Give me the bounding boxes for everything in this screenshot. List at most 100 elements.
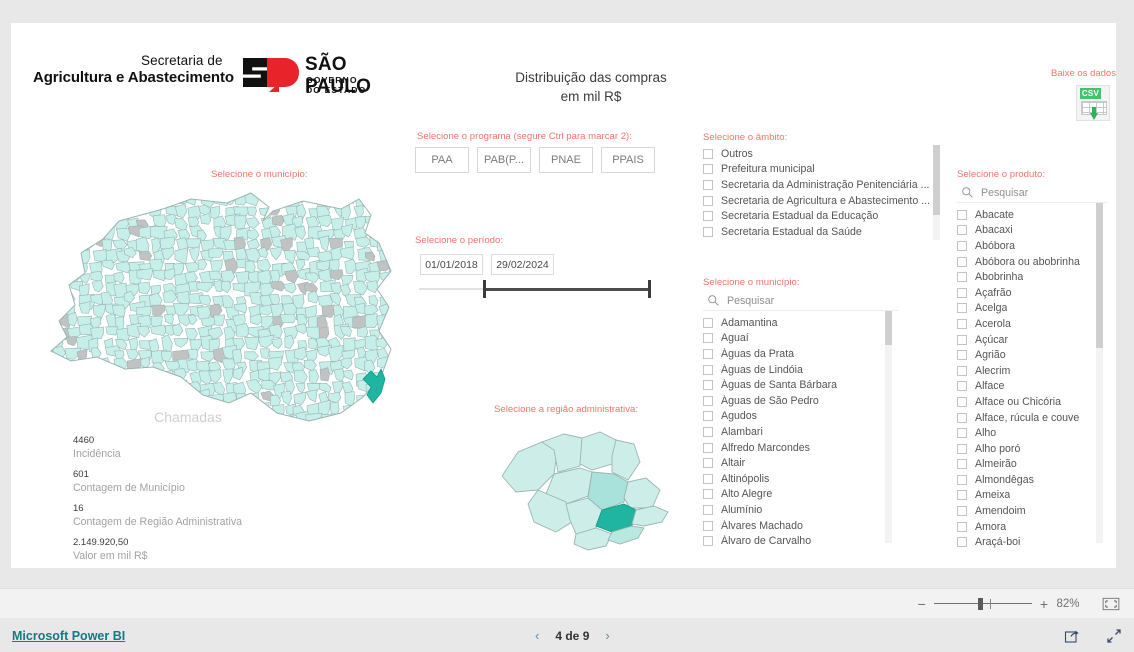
share-icon[interactable] — [1064, 628, 1080, 644]
map-municipality-cell[interactable] — [244, 336, 259, 351]
produto-checkbox[interactable] — [957, 365, 967, 376]
map-municipality-cell[interactable] — [245, 379, 263, 395]
ambito-checkbox[interactable] — [703, 179, 713, 190]
map-municipality-cell[interactable] — [197, 258, 208, 270]
map-municipality-cell[interactable] — [356, 403, 370, 419]
map-municipality-cell[interactable] — [91, 218, 103, 229]
map-municipality-cell[interactable] — [391, 251, 401, 261]
produto-item[interactable]: Abacate — [957, 207, 1107, 223]
produto-checkbox[interactable] — [957, 318, 967, 329]
map-municipality-cell[interactable] — [209, 270, 223, 280]
produto-item[interactable]: Alho poró — [957, 441, 1107, 457]
produto-checkbox[interactable] — [957, 303, 967, 314]
map-municipality-cell[interactable] — [56, 401, 72, 416]
municipio-checkbox[interactable] — [703, 442, 713, 453]
map-municipality-cell[interactable] — [65, 228, 77, 246]
map-municipality-cell[interactable] — [331, 414, 344, 430]
produto-checkbox[interactable] — [957, 506, 967, 517]
map-municipality-cell[interactable] — [138, 250, 153, 261]
produto-scrollbar-thumb[interactable] — [1096, 203, 1103, 348]
produto-item[interactable]: Açafrão — [957, 285, 1107, 301]
map-municipality-cell[interactable] — [377, 182, 393, 198]
produto-checkbox[interactable] — [957, 334, 967, 345]
map-municipality-cell[interactable] — [54, 427, 64, 431]
map-municipality-cell[interactable] — [387, 193, 400, 206]
map-municipality-cell[interactable] — [135, 236, 150, 254]
map-municipality-cell[interactable] — [295, 382, 306, 394]
map-municipality-cell[interactable] — [293, 369, 308, 384]
map-municipality-cell[interactable] — [77, 204, 94, 217]
map-municipality-cell[interactable] — [135, 369, 146, 385]
microsoft-power-bi-link[interactable]: Microsoft Power BI — [12, 629, 125, 643]
map-municipality-cell[interactable] — [100, 393, 113, 406]
map-municipality-cell[interactable] — [319, 235, 329, 252]
ambito-scrollbar[interactable] — [933, 145, 940, 240]
ambito-scrollbar-thumb[interactable] — [933, 145, 940, 215]
map-municipality-cell[interactable] — [129, 194, 143, 207]
map-municipality-cell[interactable] — [161, 334, 173, 351]
map-municipality-cell[interactable] — [222, 368, 234, 384]
period-slider-handle-left[interactable] — [483, 280, 486, 298]
map-regioes-administrativas[interactable] — [496, 416, 696, 556]
map-municipality-cell[interactable] — [125, 348, 139, 360]
map-municipality-cell[interactable] — [392, 347, 401, 362]
map-municipality-cell[interactable] — [368, 185, 382, 194]
map-municipality-cell[interactable] — [141, 382, 154, 392]
map-municipality-cell[interactable] — [199, 212, 212, 225]
map-municipality-cell[interactable] — [340, 183, 351, 198]
municipio-checkbox[interactable] — [703, 317, 713, 328]
map-municipality-cell[interactable] — [390, 392, 401, 407]
map-municipality-cell[interactable] — [92, 193, 105, 208]
map-municipality-cell[interactable] — [378, 225, 394, 240]
map-municipality-cell[interactable] — [65, 215, 82, 229]
map-municipality-cell[interactable] — [293, 391, 307, 405]
program-button-paa[interactable]: PAA — [415, 147, 469, 173]
regiao-cell[interactable] — [631, 505, 669, 527]
municipio-checkbox[interactable] — [703, 458, 713, 469]
map-municipality-cell[interactable] — [67, 193, 83, 207]
map-municipality-cell[interactable] — [102, 380, 114, 391]
produto-checkbox[interactable] — [957, 521, 967, 532]
map-municipality-cell[interactable] — [152, 369, 167, 386]
municipio-checkbox[interactable] — [703, 504, 713, 515]
municipio-item[interactable]: Altinópolis — [703, 471, 898, 487]
map-municipality-cell[interactable] — [112, 379, 129, 393]
map-municipality-cell[interactable] — [366, 280, 379, 294]
map-municipality-cell[interactable] — [355, 416, 368, 427]
map-municipality-cell[interactable] — [269, 246, 282, 261]
map-municipality-cell[interactable] — [334, 424, 345, 431]
map-municipality-cell[interactable] — [245, 217, 260, 230]
map-municipality-cell[interactable] — [353, 280, 369, 296]
produto-item[interactable]: Agrião — [957, 347, 1107, 363]
map-municipality-cell[interactable] — [328, 194, 341, 205]
produto-item[interactable]: Abacaxi — [957, 223, 1107, 239]
map-municipality-cell[interactable] — [376, 395, 391, 407]
map-municipality-cell[interactable] — [280, 236, 293, 253]
map-municipality-cell[interactable] — [389, 226, 401, 242]
municipio-item[interactable]: Altair — [703, 455, 898, 471]
municipio-item[interactable]: Álvares Machado — [703, 518, 898, 534]
produto-checkbox[interactable] — [957, 428, 967, 439]
map-municipality-cell[interactable] — [77, 227, 95, 243]
map-municipality-cell[interactable] — [112, 395, 129, 407]
map-municipality-cell[interactable] — [54, 217, 67, 229]
map-municipality-cell[interactable] — [44, 187, 56, 196]
produto-item[interactable]: Amendoim — [957, 503, 1107, 519]
map-municipality-cell[interactable] — [392, 400, 401, 415]
map-municipality-cell[interactable] — [295, 259, 306, 270]
map-municipality-cell[interactable] — [244, 351, 259, 362]
map-municipality-cell[interactable] — [41, 246, 55, 258]
map-municipality-cell[interactable] — [220, 280, 232, 294]
map-municipality-cell[interactable] — [153, 184, 165, 194]
map-municipality-cell[interactable] — [151, 197, 163, 208]
map-municipality-cell[interactable] — [65, 381, 76, 393]
map-municipality-cell[interactable] — [389, 273, 401, 285]
map-municipality-cell[interactable] — [213, 314, 226, 327]
map-municipality-cell[interactable] — [105, 371, 122, 383]
map-municipality-cell[interactable] — [52, 203, 66, 217]
produto-item[interactable]: Alface — [957, 379, 1107, 395]
municipio-item-list[interactable]: Adamantina Aguaí Águas da Prata Águas de Li… — [703, 315, 898, 565]
map-municipality-cell[interactable] — [269, 196, 283, 209]
produto-item[interactable]: Alho — [957, 425, 1107, 441]
map-municipality-cell[interactable] — [379, 425, 391, 431]
